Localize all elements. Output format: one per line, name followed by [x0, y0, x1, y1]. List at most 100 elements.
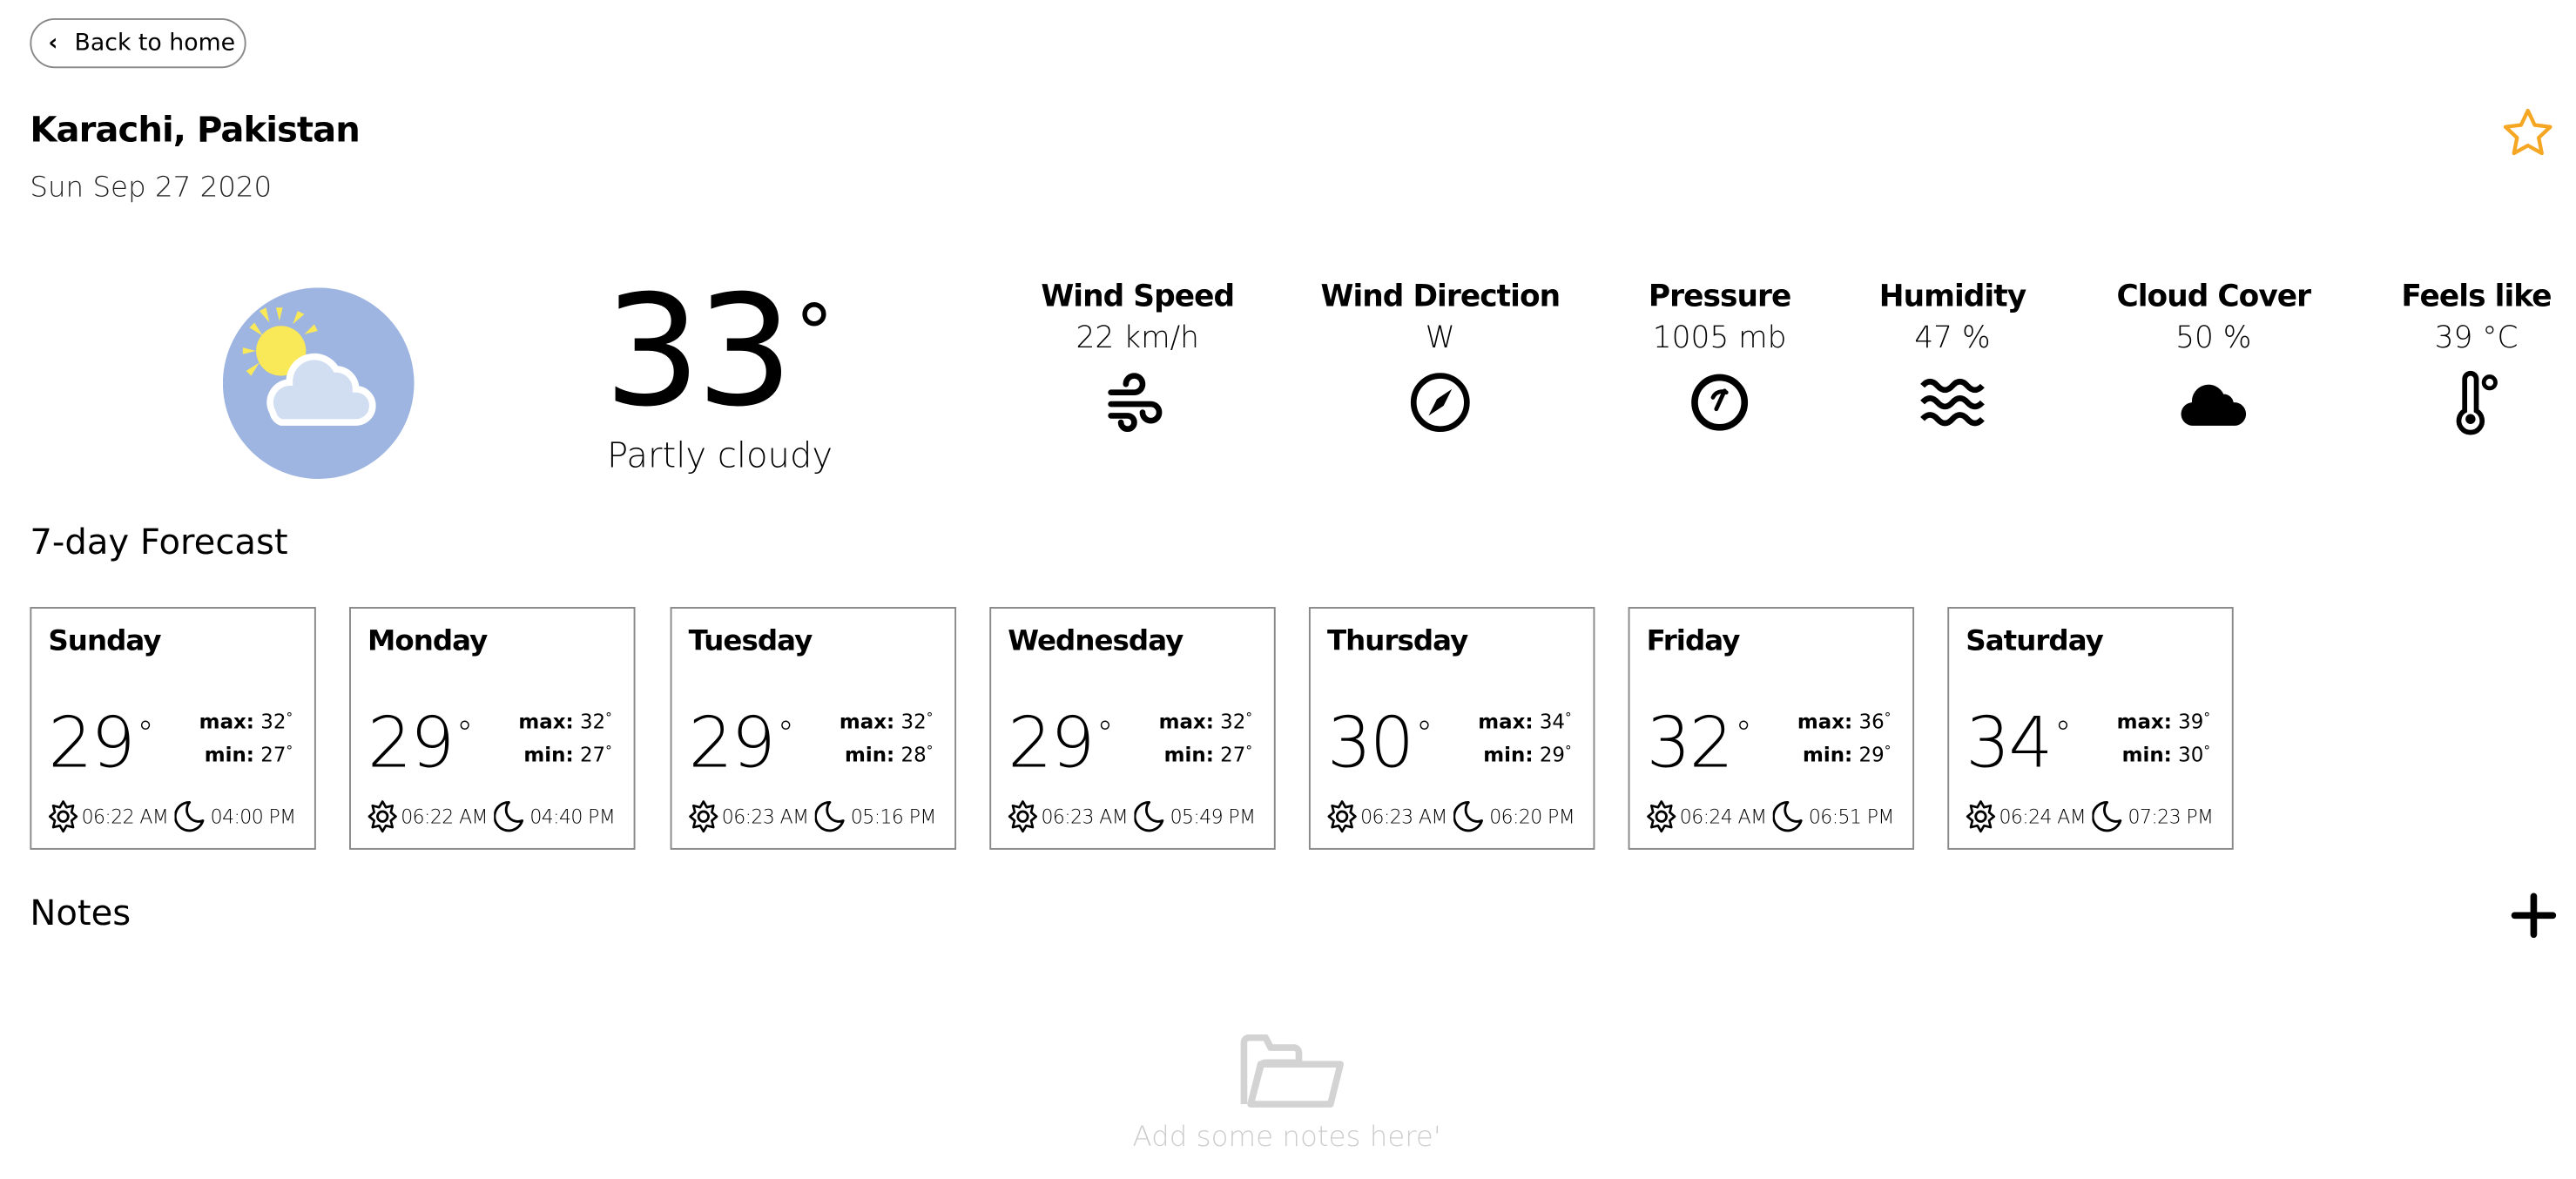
back-to-home-button[interactable]: ‹ Back to home	[30, 18, 246, 69]
forecast-day: Wednesday	[1008, 625, 1183, 659]
forecast-card: Sunday 29 ° max: 32° min: 27° 06:22 AM 04…	[30, 607, 316, 850]
degree-symbol: °	[1565, 743, 1572, 758]
max-value: 36	[1858, 710, 1885, 734]
add-note-button[interactable]	[2511, 893, 2557, 939]
stat-value: W	[1425, 320, 1455, 356]
sun-times: 06:22 AM 04:00 PM	[48, 800, 296, 833]
stat-cloud-cover: Cloud Cover 50 %	[2072, 280, 2355, 436]
star-outline-icon[interactable]	[2499, 104, 2556, 161]
sunrise-icon	[1647, 800, 1676, 833]
forecast-day: Thursday	[1326, 625, 1468, 659]
city-weather-page: ‹ Back to home Karachi, Pakistan Sun Sep…	[0, 0, 2576, 1179]
forecast-min: min: 27°	[1136, 744, 1252, 767]
current-condition: Partly cloudy	[607, 435, 833, 476]
sunrise-time: 06:23 AM	[1360, 805, 1447, 829]
degree-symbol: °	[1245, 710, 1253, 725]
sunset-time: 04:00 PM	[210, 805, 296, 829]
stat-feels-like: Feels like 39 °C	[2335, 280, 2576, 436]
temp-value: 29	[688, 701, 776, 784]
moon-icon	[2091, 800, 2121, 832]
forecast-day: Friday	[1646, 625, 1741, 659]
forecast-day: Monday	[368, 625, 488, 659]
forecast-max: max: 36°	[1775, 710, 1891, 734]
stat-label: Wind Speed	[1041, 279, 1235, 314]
temp-value: 29	[1008, 701, 1095, 784]
temp-value: 29	[48, 701, 135, 784]
sunrise-time: 06:23 AM	[1041, 805, 1129, 829]
forecast-card: Saturday 34 ° max: 39° min: 30° 06:24 AM …	[1947, 607, 2234, 850]
stat-wind-direction: Wind Direction W	[1298, 280, 1581, 436]
forecast-max: max: 32°	[1136, 710, 1252, 733]
stat-humidity: Humidity 47 %	[1811, 280, 2094, 436]
min-value: 27	[1220, 743, 1246, 767]
sun-times: 06:24 AM 07:23 PM	[1966, 800, 2214, 833]
wind-icon	[1108, 373, 1163, 433]
stat-value: 39 °C	[2434, 320, 2519, 356]
sunrise-icon	[1327, 800, 1357, 833]
moon-icon	[493, 800, 523, 832]
sun-times: 06:22 AM 04:40 PM	[368, 800, 616, 833]
temp-value: 34	[1966, 701, 2053, 784]
max-label: max:	[1158, 710, 1214, 734]
folder-open-icon	[1240, 1034, 1345, 1108]
notes-title: Notes	[30, 893, 131, 933]
sunrise-icon	[48, 800, 78, 833]
forecast-temp: 29 °	[688, 701, 794, 785]
min-label: min:	[1163, 743, 1214, 767]
min-label: min:	[1802, 743, 1853, 767]
current-temperature: 33 °	[604, 268, 833, 435]
forecast-max: max: 32°	[817, 710, 933, 734]
min-value: 27	[260, 743, 287, 767]
temp-value: 33	[604, 262, 793, 441]
min-label: min:	[844, 743, 895, 767]
max-value: 32	[260, 710, 287, 734]
degree-symbol: °	[1096, 713, 1113, 754]
max-value: 32	[900, 710, 927, 734]
max-label: max:	[839, 710, 895, 734]
back-label: Back to home	[74, 30, 236, 57]
degree-symbol: °	[605, 710, 612, 725]
sunset-time: 04:40 PM	[529, 805, 616, 829]
sunrise-time: 06:24 AM	[1999, 805, 2087, 829]
forecast-temp: 32 °	[1647, 702, 1752, 785]
forecast-max: max: 34°	[1455, 710, 1571, 733]
partly-cloudy-icon	[222, 287, 415, 479]
forecast-temp: 29 °	[48, 701, 153, 785]
min-value: 28	[900, 743, 927, 767]
sun-times: 06:23 AM 05:49 PM	[1008, 800, 1256, 833]
degree-symbol: °	[137, 713, 153, 754]
sunset-time: 06:20 PM	[1489, 805, 1575, 829]
forecast-min: min: 27°	[176, 744, 293, 767]
degree-symbol: °	[286, 743, 293, 758]
min-label: min:	[204, 743, 254, 767]
sunrise-icon	[1008, 800, 1038, 833]
degree-symbol: °	[1245, 743, 1253, 758]
chevron-left-icon: ‹	[48, 30, 58, 57]
thermometer-icon	[2456, 370, 2498, 435]
temp-value: 29	[368, 701, 455, 784]
min-value: 29	[1858, 743, 1885, 767]
sunrise-time: 06:22 AM	[401, 805, 488, 829]
min-label: min:	[1483, 743, 1534, 767]
forecast-min: min: 29°	[1455, 743, 1572, 767]
sunrise-icon	[1966, 800, 1996, 833]
max-value: 32	[1220, 710, 1246, 734]
city-title: Karachi, Pakistan	[30, 110, 360, 150]
gauge-icon	[1691, 374, 1749, 431]
forecast-max: max: 32°	[496, 710, 612, 733]
moon-icon	[1771, 800, 1802, 832]
forecast-min: min: 30°	[2094, 744, 2210, 767]
stat-label: Humidity	[1878, 279, 2026, 314]
min-label: min:	[2121, 743, 2172, 767]
min-value: 29	[1539, 743, 1566, 767]
degree-symbol: °	[2203, 710, 2210, 725]
temp-value: 30	[1326, 701, 1414, 784]
forecast-card: Wednesday 29 ° max: 32° min: 27° 06:23 AM…	[989, 607, 1276, 850]
forecast-card: Monday 29 ° max: 32° min: 27° 06:22 AM 04…	[349, 607, 636, 850]
max-value: 39	[2178, 710, 2204, 734]
forecast-max: max: 39°	[2094, 710, 2210, 733]
sunset-time: 05:16 PM	[850, 805, 936, 829]
forecast-card: Thursday 30 ° max: 34° min: 29° 06:23 AM …	[1308, 607, 1595, 850]
max-label: max:	[199, 710, 254, 734]
compass-icon	[1410, 373, 1470, 433]
